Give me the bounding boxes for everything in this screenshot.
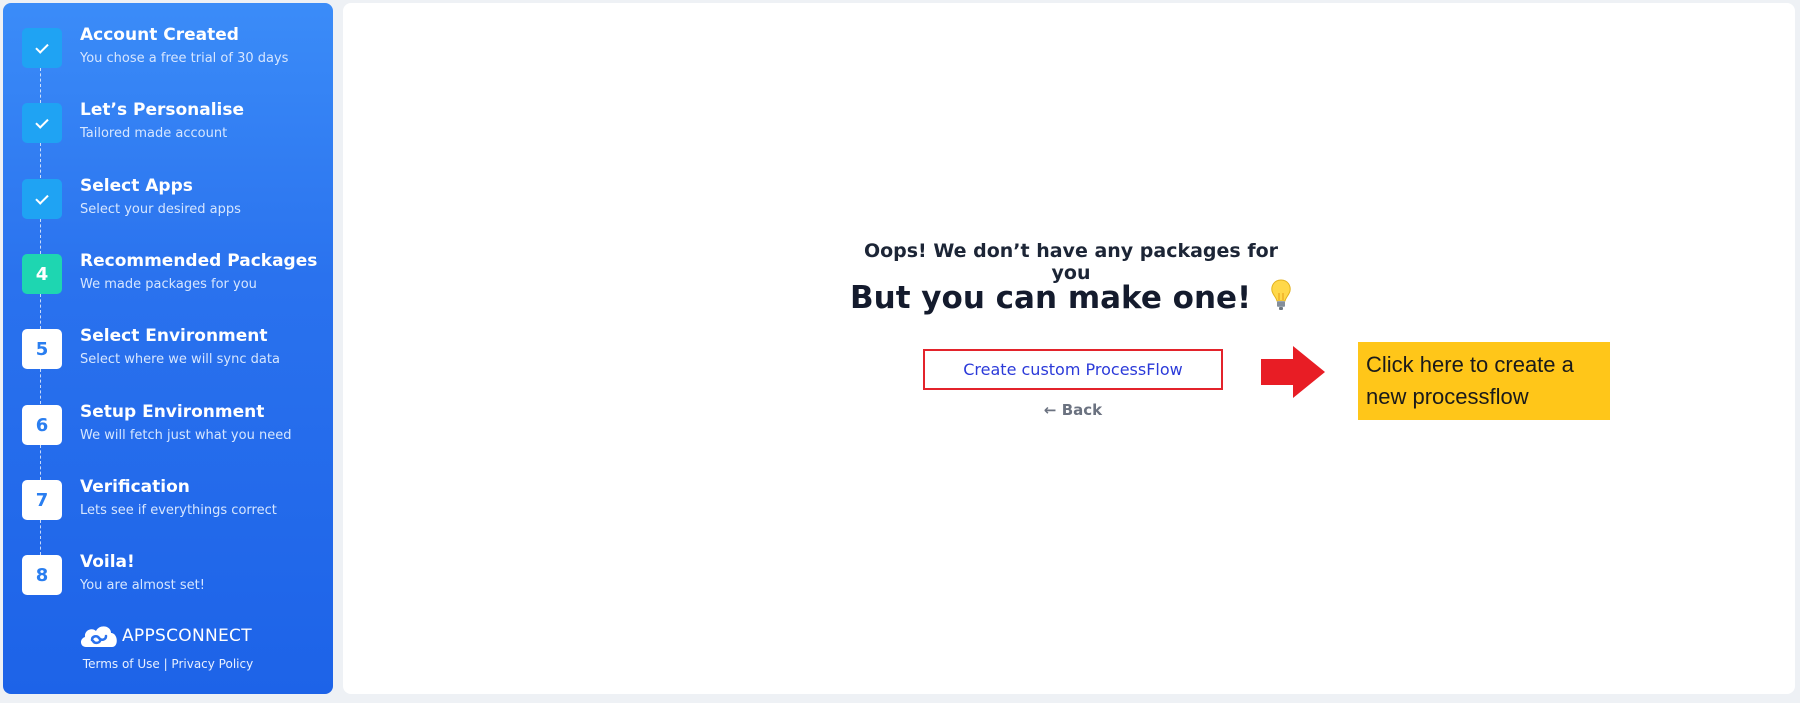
step-number-badge: 6: [22, 405, 62, 445]
step-item: Select Apps Select your desired apps: [18, 171, 323, 231]
check-icon: [22, 179, 62, 219]
step-title: Let’s Personalise: [80, 100, 245, 120]
check-icon: [22, 103, 62, 143]
create-custom-processflow-button[interactable]: Create custom ProcessFlow: [923, 349, 1223, 390]
step-title: Setup Environment: [80, 402, 265, 422]
step-item: 4 Recommended Packages We made packages fo…: [18, 246, 323, 306]
step-title: Recommended Packages: [80, 251, 318, 271]
check-icon: [22, 28, 62, 68]
arrow-left-icon: ←: [1043, 401, 1057, 419]
terms-of-use-link[interactable]: Terms of Use: [83, 657, 160, 671]
step-item: 5 Select Environment Select where we will …: [18, 321, 323, 381]
step-item: 7 Verification Lets see if everythings cor…: [18, 472, 323, 532]
footer-links: Terms of Use | Privacy Policy: [3, 657, 333, 671]
onboarding-sidebar: Account Created You chose a free trial of…: [3, 3, 333, 694]
step-title: Select Apps: [80, 176, 193, 196]
step-title: Select Environment: [80, 326, 268, 346]
lightbulb-icon: [1270, 278, 1292, 312]
arrow-right-icon: [1261, 346, 1325, 398]
step-number-badge: 4: [22, 254, 62, 294]
step-subtitle: Select where we will sync data: [80, 352, 280, 367]
logo-text: APPSCONNECT: [122, 626, 252, 646]
subheadline-text: But you can make one!: [850, 280, 1252, 316]
step-subtitle: We will fetch just what you need: [80, 428, 292, 443]
step-number-badge: 7: [22, 480, 62, 520]
step-title: Verification: [80, 477, 190, 497]
step-subtitle: Lets see if everythings correct: [80, 503, 277, 518]
step-item: Account Created You chose a free trial of…: [18, 20, 323, 80]
back-link[interactable]: ← Back: [993, 401, 1153, 419]
step-subtitle: You chose a free trial of 30 days: [80, 51, 289, 66]
step-subtitle: You are almost set!: [80, 578, 205, 593]
appsconnect-logo: APPSCONNECT: [78, 623, 252, 649]
step-subtitle: We made packages for you: [80, 277, 257, 292]
empty-state-subheadline: But you can make one!: [848, 278, 1294, 316]
step-title: Voila!: [80, 552, 135, 572]
cloud-logo-icon: [78, 623, 120, 649]
privacy-policy-link[interactable]: Privacy Policy: [171, 657, 253, 671]
back-label: Back: [1061, 401, 1103, 419]
step-title: Account Created: [80, 25, 239, 45]
step-number-badge: 8: [22, 555, 62, 595]
annotation-callout: Click here to create a new processflow: [1358, 342, 1610, 420]
main-panel: Oops! We don’t have any packages for you…: [343, 3, 1795, 694]
step-subtitle: Select your desired apps: [80, 202, 241, 217]
step-item: Let’s Personalise Tailored made account: [18, 95, 323, 155]
step-number-badge: 5: [22, 329, 62, 369]
step-item: 6 Setup Environment We will fetch just wha…: [18, 397, 323, 457]
step-subtitle: Tailored made account: [80, 126, 228, 141]
step-item: 8 Voila! You are almost set!: [18, 547, 323, 607]
footer-separator: |: [159, 657, 172, 671]
